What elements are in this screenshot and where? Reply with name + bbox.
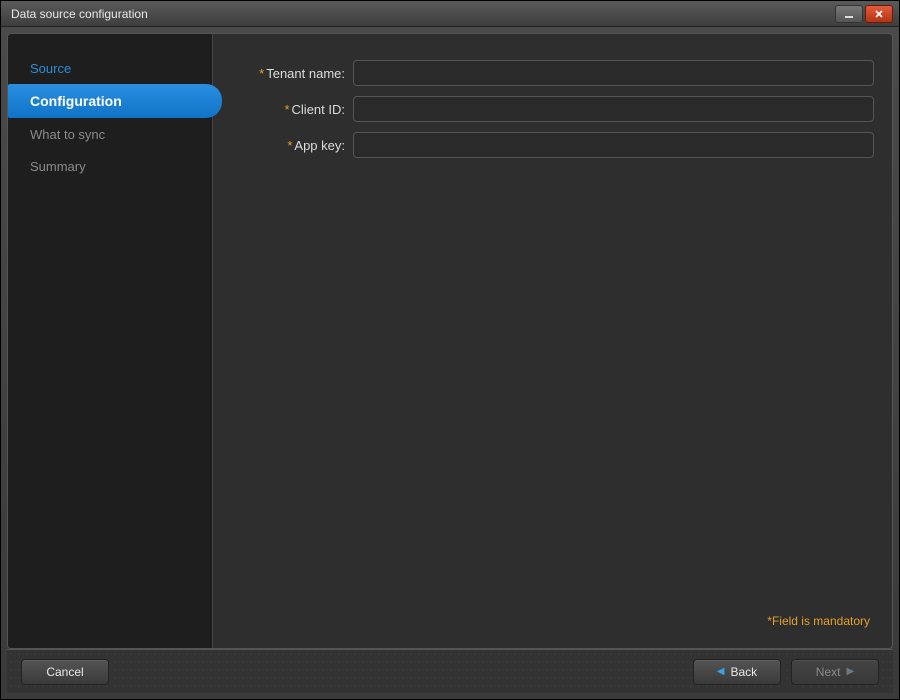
chevron-left-icon: ◀ xyxy=(717,666,725,677)
label-client-id-text: Client ID: xyxy=(292,102,345,117)
main-panel: Source Configuration What to sync Summar… xyxy=(7,33,893,649)
close-icon xyxy=(874,9,884,19)
footer: Cancel ◀ Back Next ▶ xyxy=(7,649,893,693)
sidebar-step-what-to-sync: What to sync xyxy=(8,118,212,150)
next-button-label: Next xyxy=(816,665,841,679)
label-tenant-name: *Tenant name: xyxy=(213,66,353,81)
input-client-id[interactable] xyxy=(353,96,874,122)
sidebar-step-source[interactable]: Source xyxy=(8,52,212,84)
next-button: Next ▶ xyxy=(791,659,879,685)
sidebar-step-configuration[interactable]: Configuration xyxy=(8,84,222,118)
content-area: *Tenant name: *Client ID: *App key: xyxy=(213,34,892,648)
row-tenant-name: *Tenant name: xyxy=(213,60,874,86)
close-button[interactable] xyxy=(865,5,893,23)
minimize-icon xyxy=(844,9,854,19)
row-app-key: *App key: xyxy=(213,132,874,158)
wizard-sidebar: Source Configuration What to sync Summar… xyxy=(8,34,213,648)
input-app-key[interactable] xyxy=(353,132,874,158)
label-tenant-name-text: Tenant name: xyxy=(266,66,345,81)
required-star-icon: * xyxy=(287,138,292,153)
mandatory-note: *Field is mandatory xyxy=(213,610,874,636)
row-client-id: *Client ID: xyxy=(213,96,874,122)
label-app-key: *App key: xyxy=(213,138,353,153)
frame: Source Configuration What to sync Summar… xyxy=(1,27,899,699)
window-title: Data source configuration xyxy=(11,7,833,21)
minimize-button[interactable] xyxy=(835,5,863,23)
required-star-icon: * xyxy=(284,102,289,117)
label-app-key-text: App key: xyxy=(294,138,345,153)
input-tenant-name[interactable] xyxy=(353,60,874,86)
form: *Tenant name: *Client ID: *App key: xyxy=(213,60,874,610)
window: Data source configuration Source Configu… xyxy=(0,0,900,700)
sidebar-step-summary: Summary xyxy=(8,150,212,182)
back-button-label: Back xyxy=(731,665,758,679)
titlebar: Data source configuration xyxy=(1,1,899,27)
label-client-id: *Client ID: xyxy=(213,102,353,117)
cancel-button[interactable]: Cancel xyxy=(21,659,109,685)
required-star-icon: * xyxy=(259,66,264,81)
back-button[interactable]: ◀ Back xyxy=(693,659,781,685)
chevron-right-icon: ▶ xyxy=(846,666,854,677)
